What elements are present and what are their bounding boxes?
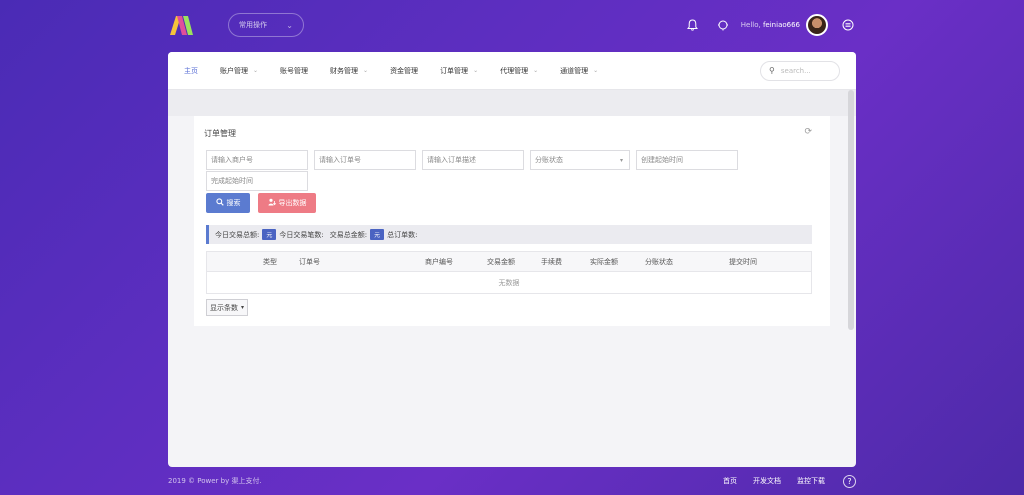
order-no-input[interactable]: 请输入订单号 bbox=[314, 150, 416, 170]
col-split-status[interactable]: 分账状态 bbox=[645, 257, 673, 267]
chevron-down-icon: ⌄ bbox=[286, 20, 293, 30]
search-button-label: 搜索 bbox=[226, 199, 241, 207]
help-icon[interactable]: ? bbox=[843, 474, 856, 488]
table-empty-row: 无数据 bbox=[206, 272, 812, 294]
chevron-down-icon: ⌄ bbox=[533, 67, 539, 74]
complete-start-input[interactable]: 完成起始时间 bbox=[206, 171, 308, 191]
nav-item-label: 账户管理 bbox=[220, 66, 248, 75]
nav-item-label: 代理管理 bbox=[500, 66, 529, 75]
footer-link-home[interactable]: 首页 bbox=[723, 476, 737, 486]
chevron-down-icon: ⌄ bbox=[363, 67, 369, 74]
nav-item-label: 主页 bbox=[184, 66, 198, 75]
main-nav: 主页 账户管理 ⌄ 账号管理 财务管理 ⌄ 资金管理 订单管理 ⌄ 代理管理 ⌄ 通道管理 ⌄ ⚲ sear… bbox=[168, 52, 856, 90]
split-status-value: 分账状态 bbox=[535, 156, 563, 164]
greeting: Hello, feiniao666 bbox=[741, 21, 800, 29]
nav-item-3[interactable]: 财务管理 ⌄ bbox=[330, 66, 368, 76]
nav-item-label: 财务管理 bbox=[330, 66, 359, 75]
col-merchant-no[interactable]: 商户编号 bbox=[425, 257, 453, 267]
nav-item-label: 资金管理 bbox=[390, 66, 419, 75]
merchant-no-placeholder: 请输入商户号 bbox=[211, 156, 253, 164]
page-size-label: 显示条数 bbox=[210, 303, 238, 312]
col-type[interactable]: 类型 bbox=[263, 257, 277, 267]
export-button[interactable]: 导出数据 bbox=[258, 193, 316, 213]
nav-item-2[interactable]: 账号管理 bbox=[280, 66, 308, 76]
export-icon bbox=[268, 198, 276, 208]
top-bar: 常用操作 ⌄ Hello, feiniao666 bbox=[168, 10, 856, 40]
nav-item-0[interactable]: 主页 bbox=[184, 66, 198, 76]
order-desc-placeholder: 请输入订单描述 bbox=[427, 156, 476, 164]
quick-actions-label: 常用操作 bbox=[239, 21, 267, 29]
complete-start-placeholder: 完成起始时间 bbox=[211, 177, 253, 185]
logo-icon[interactable] bbox=[168, 14, 194, 36]
today-total-unit: 元 bbox=[262, 229, 277, 240]
chevron-down-icon: ⌄ bbox=[473, 67, 479, 74]
page-title: 订单管理 bbox=[204, 129, 236, 138]
search-placeholder: search... bbox=[780, 66, 811, 75]
footer-links: 首页 开发文档 监控下载 ? bbox=[707, 474, 856, 488]
footer-link-docs[interactable]: 开发文档 bbox=[753, 476, 781, 486]
nav-item-6[interactable]: 代理管理 ⌄ bbox=[500, 66, 538, 76]
main-card: 主页 账户管理 ⌄ 账号管理 财务管理 ⌄ 资金管理 订单管理 ⌄ 代理管理 ⌄ 通道管理 ⌄ ⚲ sear… bbox=[168, 52, 856, 467]
caret-down-icon: ▾ bbox=[241, 304, 245, 311]
search-input[interactable]: ⚲ search... bbox=[760, 60, 840, 81]
scrollbar[interactable] bbox=[848, 90, 854, 330]
stats-bar: 今日交易总额: 元 今日交易笔数: 交易总金额: 元 总订单数: bbox=[206, 225, 812, 244]
support-icon[interactable] bbox=[715, 17, 731, 33]
col-submit-time[interactable]: 提交时间 bbox=[729, 257, 757, 267]
nav-item-label: 通道管理 bbox=[560, 66, 589, 75]
nav-item-4[interactable]: 资金管理 bbox=[390, 66, 418, 76]
create-start-placeholder: 创建起始时间 bbox=[641, 156, 683, 164]
order-desc-input[interactable]: 请输入订单描述 bbox=[422, 150, 524, 170]
trade-total-unit: 元 bbox=[370, 229, 385, 240]
today-count-label: 今日交易笔数: bbox=[279, 230, 324, 239]
chevron-down-icon: ⌄ bbox=[253, 67, 259, 74]
menu-icon[interactable] bbox=[840, 17, 856, 33]
order-no-placeholder: 请输入订单号 bbox=[319, 156, 361, 164]
page-size-select[interactable]: 显示条数 ▾ bbox=[206, 299, 249, 316]
col-amount[interactable]: 交易金额 bbox=[487, 257, 515, 267]
nav-item-7[interactable]: 通道管理 ⌄ bbox=[560, 66, 598, 76]
refresh-icon[interactable]: ⟳ bbox=[804, 127, 812, 137]
caret-down-icon: ▾ bbox=[619, 156, 623, 164]
trade-total-label: 交易总金额: bbox=[329, 230, 368, 239]
avatar[interactable] bbox=[806, 14, 828, 36]
search-icon: ⚲ bbox=[769, 66, 775, 75]
col-fee[interactable]: 手续费 bbox=[541, 257, 562, 267]
order-panel: 订单管理 ⟳ 请输入商户号 请输入订单号 请输入订单描述 分账状态 ▾ 创建起始时… bbox=[194, 116, 830, 326]
create-start-input[interactable]: 创建起始时间 bbox=[636, 150, 738, 170]
nav-item-label: 订单管理 bbox=[440, 66, 469, 75]
col-actual[interactable]: 实际金额 bbox=[590, 257, 618, 267]
chevron-down-icon: ⌄ bbox=[593, 67, 599, 74]
total-orders-label: 总订单数: bbox=[387, 230, 418, 239]
nav-item-label: 账号管理 bbox=[280, 66, 309, 75]
greeting-prefix: Hello, bbox=[740, 21, 761, 29]
username: feiniao666 bbox=[762, 21, 800, 29]
bell-icon[interactable] bbox=[685, 17, 701, 33]
col-order-no[interactable]: 订单号 bbox=[299, 257, 320, 267]
footer-link-monitor[interactable]: 监控下载 bbox=[797, 476, 825, 486]
today-total-label: 今日交易总额: bbox=[215, 230, 260, 239]
export-button-label: 导出数据 bbox=[278, 199, 307, 207]
orders-table: 类型 订单号 商户编号 交易金额 手续费 实际金额 分账状态 提交时间 无数据 bbox=[206, 251, 812, 294]
search-icon bbox=[215, 198, 224, 208]
nav-strip bbox=[168, 90, 856, 116]
quick-actions-dropdown[interactable]: 常用操作 ⌄ bbox=[228, 13, 304, 37]
empty-text: 无数据 bbox=[498, 278, 520, 287]
split-status-select[interactable]: 分账状态 ▾ bbox=[530, 150, 630, 170]
table-header: 类型 订单号 商户编号 交易金额 手续费 实际金额 分账状态 提交时间 bbox=[206, 251, 812, 272]
footer: 2019 © Power by 渠上支付. 首页 开发文档 监控下载 ? bbox=[168, 474, 856, 488]
nav-item-1[interactable]: 账户管理 ⌄ bbox=[220, 66, 258, 76]
nav-item-5[interactable]: 订单管理 ⌄ bbox=[440, 66, 478, 76]
search-button[interactable]: 搜索 bbox=[206, 193, 250, 213]
merchant-no-input[interactable]: 请输入商户号 bbox=[206, 150, 308, 170]
top-right: Hello, feiniao666 bbox=[685, 14, 856, 36]
copyright: 2019 © Power by 渠上支付. bbox=[168, 477, 262, 485]
